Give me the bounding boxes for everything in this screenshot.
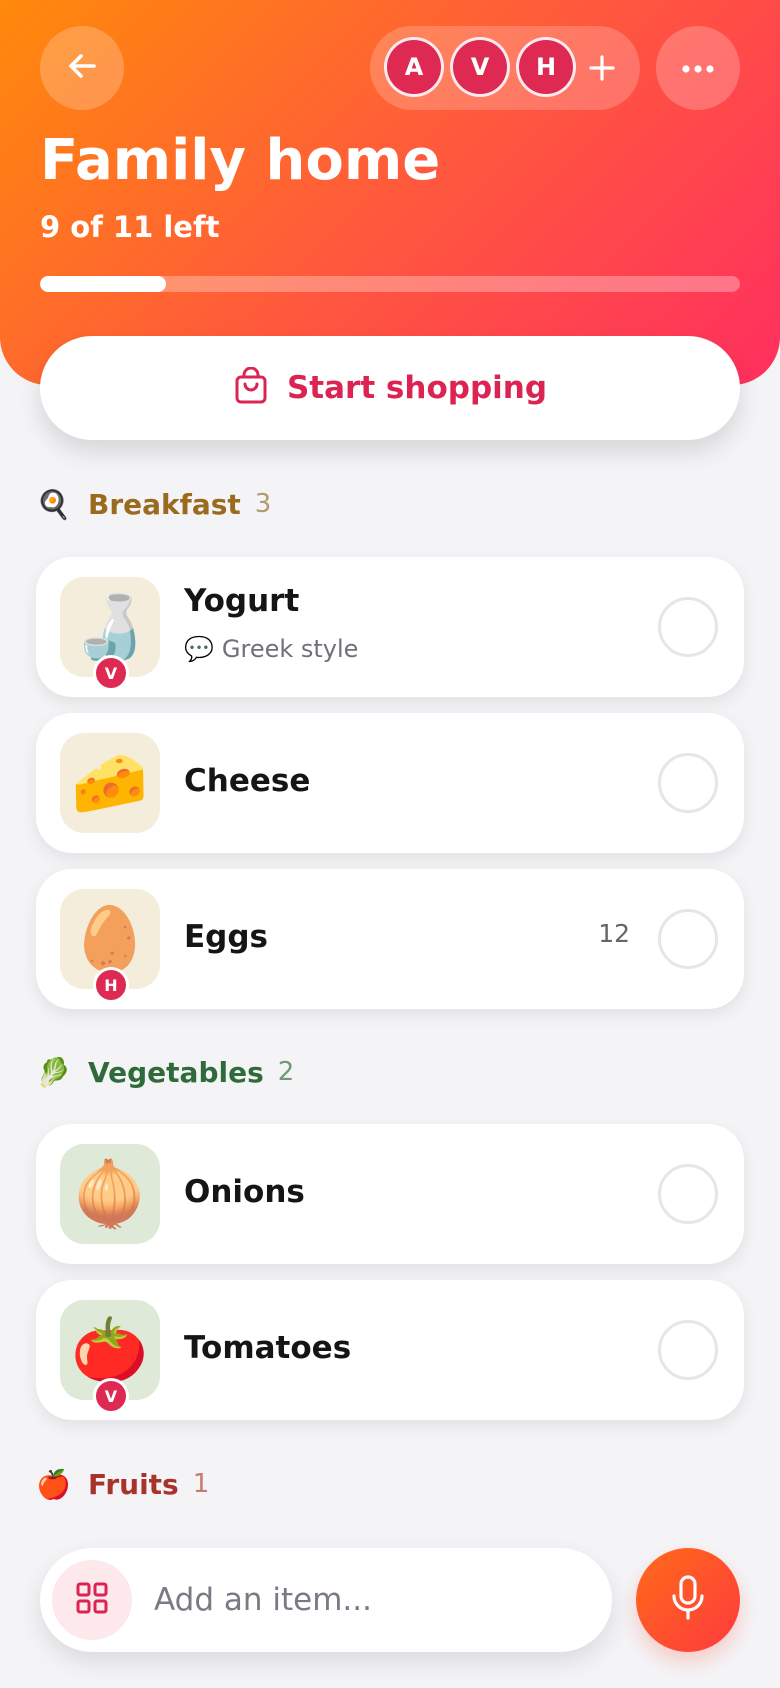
members-group[interactable]: A V H — [370, 26, 640, 110]
leafy-greens-icon: 🥬 — [36, 1055, 71, 1089]
list-item[interactable]: 🧀 Cheese — [36, 713, 744, 853]
plus-icon[interactable] — [582, 48, 622, 88]
progress-fill — [40, 276, 166, 292]
add-item-input[interactable] — [154, 1574, 574, 1626]
list-item[interactable]: 🍅 V Tomatoes — [36, 1280, 744, 1420]
list-item[interactable]: 🧅 Onions — [36, 1124, 744, 1264]
added-by-badge: V — [93, 655, 129, 691]
categories-button[interactable] — [52, 1560, 132, 1640]
item-quantity: 12 — [598, 919, 630, 948]
added-by-badge: V — [93, 1378, 129, 1414]
section-header-fruits[interactable]: 🍎 Fruits 1 — [36, 1464, 209, 1504]
speech-bubble-icon: 💬 — [184, 635, 214, 663]
progress-bar — [40, 276, 740, 292]
item-checkbox[interactable] — [658, 909, 718, 969]
page-title: Family home — [40, 128, 441, 193]
item-checkbox[interactable] — [658, 1320, 718, 1380]
list-item[interactable]: 🥚 H Eggs 12 — [36, 869, 744, 1009]
list-item[interactable]: 🍶 V Yogurt 💬 Greek style — [36, 557, 744, 697]
cheese-icon: 🧀 — [60, 733, 160, 833]
section-title: Fruits — [88, 1467, 179, 1501]
voice-input-button[interactable] — [636, 1548, 740, 1652]
onion-icon: 🧅 — [60, 1144, 160, 1244]
item-name: Tomatoes — [184, 1330, 352, 1366]
member-avatar[interactable]: H — [516, 37, 576, 97]
member-avatar[interactable]: V — [450, 37, 510, 97]
item-checkbox[interactable] — [658, 597, 718, 657]
start-shopping-label: Start shopping — [286, 370, 548, 406]
item-name: Cheese — [184, 763, 311, 799]
shopping-bag-icon — [233, 366, 269, 409]
ellipsis-icon — [681, 59, 715, 78]
item-name: Onions — [184, 1174, 305, 1210]
item-checkbox[interactable] — [658, 753, 718, 813]
arrow-left-icon — [64, 48, 100, 88]
back-button[interactable] — [40, 26, 124, 110]
section-header-breakfast[interactable]: 🍳 Breakfast 3 — [36, 484, 271, 524]
start-shopping-button[interactable]: Start shopping — [40, 336, 740, 440]
grid-icon — [76, 1582, 108, 1618]
apple-icon: 🍎 — [36, 1467, 71, 1501]
section-count: 3 — [254, 489, 272, 519]
frying-pan-icon: 🍳 — [36, 487, 71, 521]
section-header-vegetables[interactable]: 🥬 Vegetables 2 — [36, 1052, 294, 1092]
section-count: 2 — [277, 1057, 295, 1087]
list-header: A V H Family home 9 of 11 left — [0, 0, 780, 385]
item-name: Yogurt — [184, 583, 300, 619]
section-count: 1 — [192, 1469, 210, 1499]
item-checkbox[interactable] — [658, 1164, 718, 1224]
add-item-bar — [40, 1548, 612, 1652]
section-title: Breakfast — [88, 487, 241, 521]
added-by-badge: H — [93, 967, 129, 1003]
member-avatar[interactable]: A — [384, 37, 444, 97]
microphone-icon — [671, 1575, 705, 1625]
item-note: 💬 Greek style — [184, 635, 358, 663]
more-options-button[interactable] — [656, 26, 740, 110]
item-note-text: Greek style — [221, 635, 359, 663]
item-name: Eggs — [184, 919, 269, 955]
section-title: Vegetables — [88, 1055, 264, 1089]
items-left-count: 9 of 11 left — [40, 210, 220, 244]
